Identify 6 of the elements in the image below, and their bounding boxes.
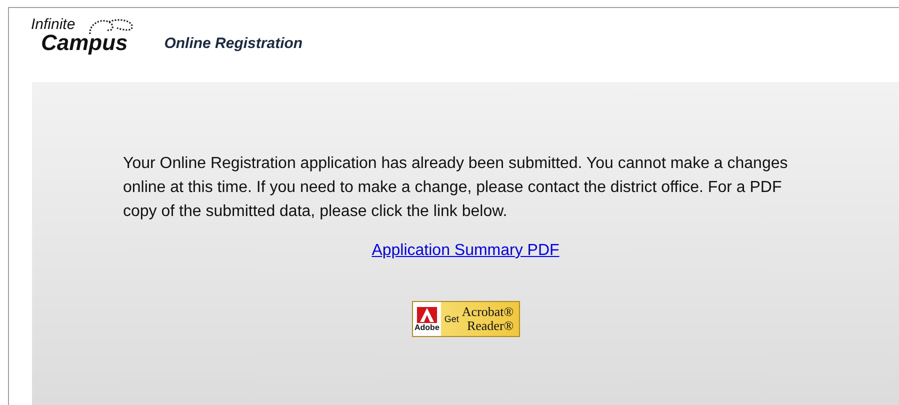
message-text: Your Online Registration application has already been submitted. You cannot make a changes online at this time. If you need to make a change, please contact the district office. For a PDF copy of the submitted data, please click the link below. (123, 154, 789, 222)
logo-text: Infinite (31, 16, 76, 33)
pdf-link[interactable]: Application Summary PDF (372, 242, 560, 260)
logo-text: Campus (40, 33, 129, 53)
adobe-logo-icon (416, 306, 437, 322)
app-title: Online Registration (163, 35, 304, 53)
